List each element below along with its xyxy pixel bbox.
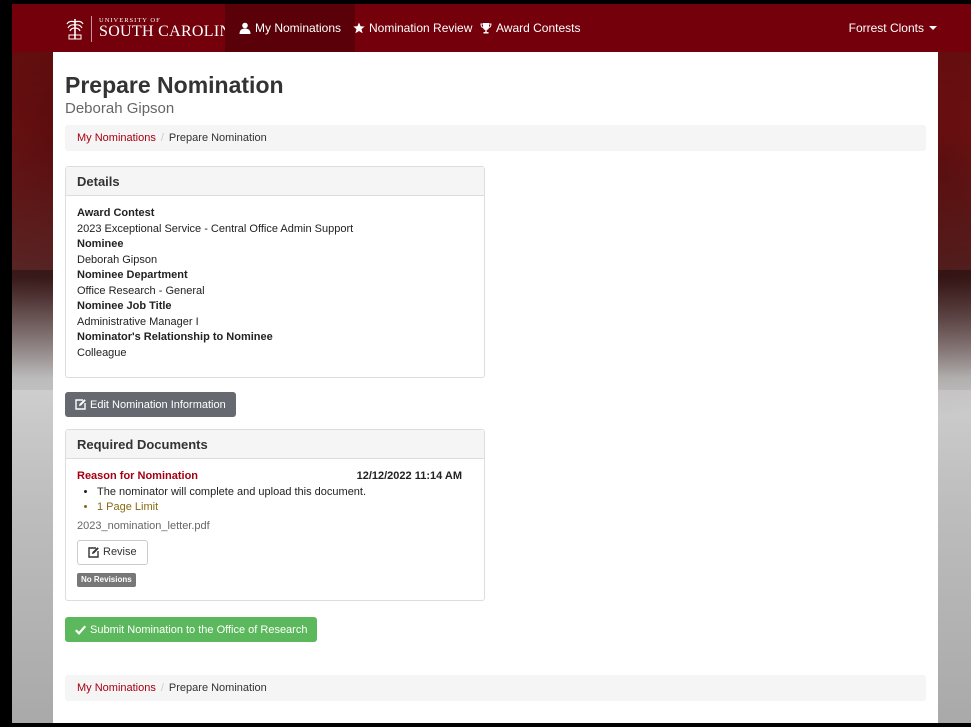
document-date: 12/12/2022 11:14 AM	[356, 470, 462, 482]
breadcrumb-link-my-nominations[interactable]: My Nominations	[77, 132, 156, 144]
university-wordmark: UNIVERSITY OF SOUTH CAROLINA	[99, 16, 244, 41]
edit-icon	[88, 547, 99, 558]
field-label: Award Contest	[77, 207, 155, 219]
details-heading: Details	[66, 167, 484, 196]
breadcrumb: My Nominations / Prepare Nomination	[65, 125, 926, 151]
window-frame-left	[0, 0, 12, 727]
field-label: Nominee	[77, 238, 124, 250]
breadcrumb-current: Prepare Nomination	[168, 132, 267, 144]
field-value: Office Research - General	[77, 284, 205, 297]
breadcrumb-link-my-nominations[interactable]: My Nominations	[77, 682, 156, 694]
field-label: Nominee Department	[77, 269, 188, 281]
breadcrumb-current: Prepare Nomination	[168, 682, 267, 694]
user-icon	[239, 22, 251, 34]
document-note: The nominator will complete and upload t…	[97, 485, 473, 501]
breadcrumb-bottom: My Nominations / Prepare Nomination	[65, 675, 926, 701]
trophy-icon	[480, 23, 492, 34]
required-documents-heading: Required Documents	[66, 430, 484, 459]
document-filename[interactable]: 2023_nomination_letter.pdf	[77, 519, 473, 535]
palmetto-icon	[66, 19, 84, 40]
field-value: Deborah Gipson	[77, 253, 158, 266]
field-value: 2023 Exceptional Service - Central Offic…	[77, 222, 354, 235]
nav-my-nominations[interactable]: My Nominations	[225, 4, 356, 52]
main-content: Prepare Nomination Deborah Gipson My Nom…	[53, 52, 938, 723]
revisions-badge: No Revisions	[77, 573, 136, 587]
star-icon	[353, 22, 365, 34]
page-limit-note: 1 Page Limit	[97, 500, 473, 516]
document-notes: The nominator will complete and upload t…	[77, 485, 473, 516]
caret-down-icon	[929, 26, 937, 30]
revise-button[interactable]: Revise	[77, 540, 148, 565]
top-navbar: UNIVERSITY OF SOUTH CAROLINA My Nominati…	[12, 4, 971, 52]
breadcrumb-separator: /	[160, 682, 164, 694]
submit-nomination-button[interactable]: Submit Nomination to the Office of Resea…	[65, 617, 318, 642]
required-documents-panel: Required Documents Reason for Nomination…	[65, 429, 485, 601]
document-title: Reason for Nomination	[77, 470, 199, 482]
details-body: Award Contest 2023 Exceptional Service -…	[66, 196, 484, 371]
page-title: Prepare Nomination	[65, 72, 284, 98]
edit-icon	[75, 399, 86, 410]
field-label: Nominator's Relationship to Nominee	[77, 331, 273, 343]
document-item: Reason for Nomination 12/12/2022 11:14 A…	[66, 459, 484, 598]
checkmark-icon	[75, 624, 86, 635]
breadcrumb-separator: /	[160, 132, 164, 144]
nav-award-contests[interactable]: Award Contests	[466, 4, 595, 52]
university-logo[interactable]: UNIVERSITY OF SOUTH CAROLINA	[66, 14, 243, 44]
window-frame-bottom	[0, 723, 971, 727]
brand-divider	[91, 16, 92, 42]
user-menu[interactable]: Forrest Clonts	[849, 4, 937, 52]
details-panel: Details Award Contest 2023 Exceptional S…	[65, 166, 485, 378]
field-value: Colleague	[77, 346, 127, 359]
field-value: Administrative Manager I	[77, 315, 199, 328]
edit-nomination-button[interactable]: Edit Nomination Information	[65, 392, 236, 417]
nav-nomination-review[interactable]: Nomination Review	[339, 4, 486, 52]
page-subtitle: Deborah Gipson	[65, 100, 175, 117]
field-label: Nominee Job Title	[77, 300, 172, 312]
